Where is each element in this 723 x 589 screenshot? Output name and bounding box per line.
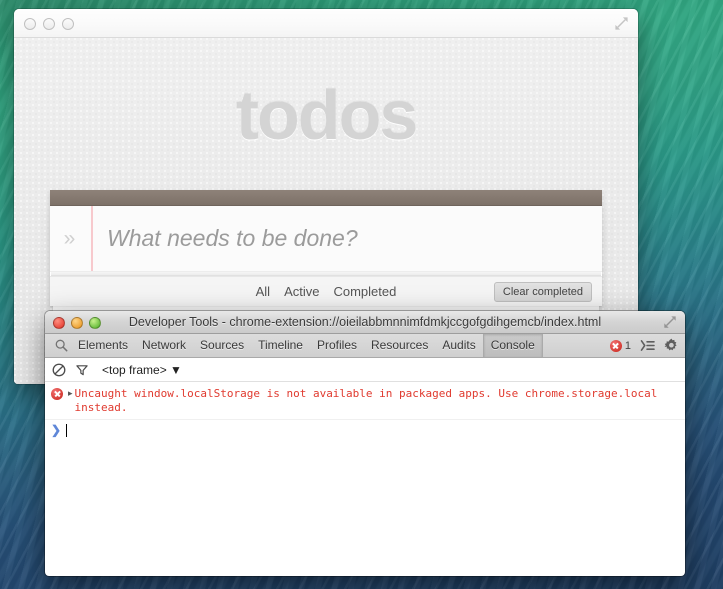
filter-funnel-icon[interactable] bbox=[75, 363, 89, 377]
dock-to-side-icon[interactable] bbox=[640, 339, 655, 352]
todoapp-footer: All Active Completed Clear completed bbox=[50, 276, 602, 306]
app-traffic-lights[interactable] bbox=[24, 18, 74, 30]
app-minimize-button[interactable] bbox=[43, 18, 55, 30]
filter-active[interactable]: Active bbox=[280, 283, 323, 300]
message-disclosure-triangle[interactable]: ▸ bbox=[68, 388, 73, 399]
tab-timeline[interactable]: Timeline bbox=[251, 334, 310, 357]
prompt-caret-icon: ❯ bbox=[51, 423, 61, 437]
clear-console-icon[interactable] bbox=[52, 363, 66, 377]
filter-links: All Active Completed bbox=[252, 283, 401, 300]
console-prompt-row[interactable]: ❯ bbox=[45, 420, 685, 440]
tab-sources[interactable]: Sources bbox=[193, 334, 251, 357]
tab-elements[interactable]: Elements bbox=[71, 334, 135, 357]
notebook-margin-line bbox=[91, 206, 93, 271]
gear-icon[interactable] bbox=[664, 338, 679, 353]
frame-selector[interactable]: <top frame> ▼ bbox=[102, 363, 182, 377]
devtools-minimize-button[interactable] bbox=[71, 317, 83, 329]
devtools-toolbar[interactable]: Elements Network Sources Timeline Profil… bbox=[45, 334, 685, 358]
new-todo-row[interactable]: » bbox=[50, 206, 602, 272]
tab-resources[interactable]: Resources bbox=[364, 334, 435, 357]
app-close-button[interactable] bbox=[24, 18, 36, 30]
devtools-expand-arrows-icon[interactable] bbox=[663, 315, 677, 329]
tab-audits[interactable]: Audits bbox=[435, 334, 482, 357]
tab-profiles[interactable]: Profiles bbox=[310, 334, 364, 357]
devtools-window-title: Developer Tools - chrome-extension://oie… bbox=[45, 315, 685, 329]
console-input-cursor[interactable] bbox=[66, 424, 67, 437]
devtools-titlebar[interactable]: Developer Tools - chrome-extension://oie… bbox=[45, 311, 685, 334]
console-filter-bar[interactable]: <top frame> ▼ bbox=[45, 358, 685, 382]
toggle-all-icon[interactable]: » bbox=[50, 228, 89, 249]
console-message-text: Uncaught window.localStorage is not avai… bbox=[75, 387, 681, 415]
app-titlebar[interactable] bbox=[14, 9, 638, 38]
search-icon[interactable] bbox=[51, 339, 71, 352]
error-count-badge[interactable]: 1 bbox=[610, 340, 631, 352]
devtools-toolbar-right: 1 bbox=[610, 334, 679, 357]
desktop-wallpaper: todos » All Active Completed Clear compl… bbox=[0, 0, 723, 589]
console-output[interactable]: ▸ Uncaught window.localStorage is not av… bbox=[45, 382, 685, 551]
todoapp-card: » All Active Completed Clear completed bbox=[50, 190, 602, 306]
clear-completed-button[interactable]: Clear completed bbox=[494, 282, 592, 302]
error-icon bbox=[610, 340, 622, 352]
devtools-window[interactable]: Developer Tools - chrome-extension://oie… bbox=[45, 311, 685, 576]
devtools-traffic-lights[interactable] bbox=[53, 317, 101, 329]
tab-console[interactable]: Console bbox=[483, 334, 543, 357]
filter-all[interactable]: All bbox=[252, 283, 274, 300]
devtools-close-button[interactable] bbox=[53, 317, 65, 329]
app-expand-arrows-icon[interactable] bbox=[614, 16, 629, 31]
page-title: todos bbox=[14, 38, 638, 149]
filter-completed[interactable]: Completed bbox=[329, 283, 400, 300]
todoapp-topbar bbox=[50, 190, 602, 206]
error-count-label: 1 bbox=[625, 340, 631, 352]
error-icon bbox=[51, 388, 63, 400]
tab-network[interactable]: Network bbox=[135, 334, 193, 357]
app-zoom-button[interactable] bbox=[62, 18, 74, 30]
devtools-zoom-button[interactable] bbox=[89, 317, 101, 329]
new-todo-input[interactable] bbox=[107, 225, 602, 252]
console-error-message[interactable]: ▸ Uncaught window.localStorage is not av… bbox=[45, 384, 685, 420]
